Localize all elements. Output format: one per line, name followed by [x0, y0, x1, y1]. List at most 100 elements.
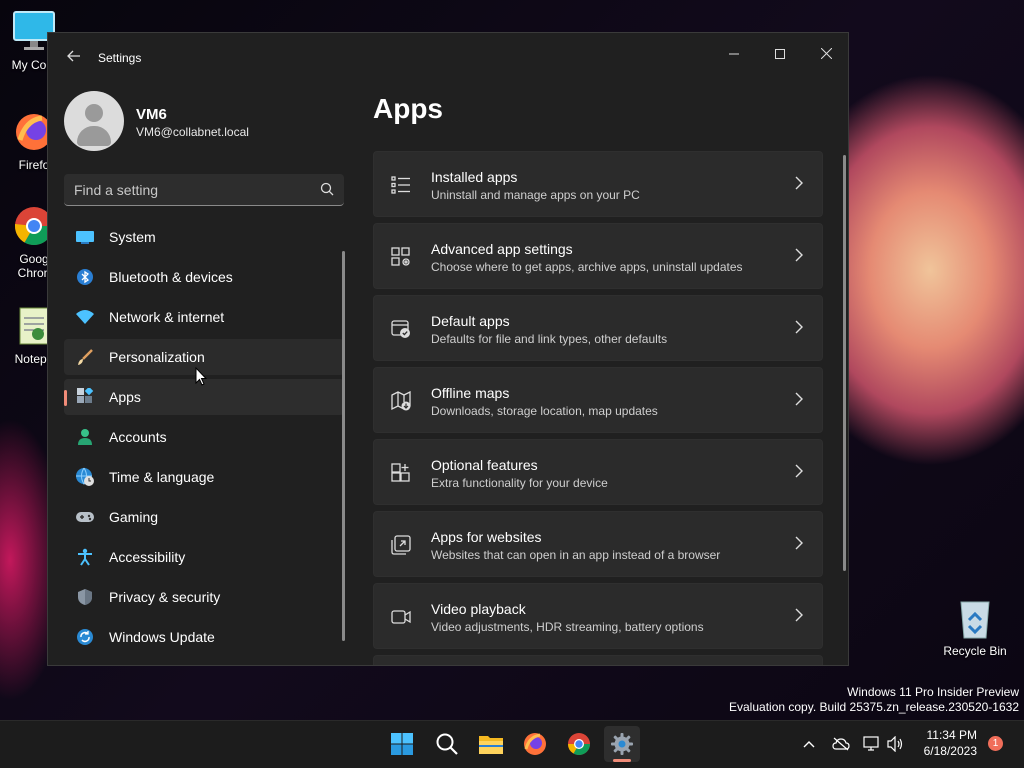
card-subtitle: Choose where to get apps, archive apps, … [431, 260, 743, 274]
mouse-cursor-icon [195, 367, 207, 386]
sidebar-item-network[interactable]: Network & internet [64, 299, 344, 335]
cloud-offline-icon [832, 737, 850, 751]
system-icon [75, 227, 95, 247]
sidebar-item-label: Privacy & security [109, 589, 221, 605]
sidebar-item-accounts[interactable]: Accounts [64, 419, 344, 455]
shield-icon [75, 587, 95, 607]
open-in-app-icon [391, 535, 411, 555]
recycle-bin-icon [953, 596, 997, 640]
sidebar-item-gaming[interactable]: Gaming [64, 499, 344, 535]
file-explorer-button[interactable] [473, 726, 509, 762]
desktop-icon-label: Goog Chron [17, 252, 51, 280]
close-icon [820, 47, 832, 60]
card-title: Video playback [431, 601, 526, 617]
sidebar-item-accessibility[interactable]: Accessibility [64, 539, 344, 575]
sidebar-item-label: Accounts [109, 429, 167, 445]
card-subtitle: Defaults for file and link types, other … [431, 332, 668, 346]
taskbar-clock[interactable]: 11:34 PM 6/18/2023 [915, 727, 977, 759]
active-indicator [64, 390, 67, 406]
globe-clock-icon [75, 467, 95, 487]
sidebar-item-bluetooth[interactable]: Bluetooth & devices [64, 259, 344, 295]
watermark-build: Evaluation copy. Build 25375.zn_release.… [729, 700, 1019, 714]
arrow-left-icon [67, 50, 80, 62]
card-subtitle: Websites that can open in an app instead… [431, 548, 721, 562]
active-app-indicator [613, 759, 631, 762]
title-bar[interactable]: Settings [48, 33, 848, 83]
notification-badge[interactable]: 1 [988, 736, 1003, 751]
video-icon [391, 610, 411, 624]
card-advanced-app-settings[interactable]: Advanced app settings Choose where to ge… [373, 223, 823, 289]
desktop-icon-recycle-bin[interactable]: Recycle Bin [940, 596, 1010, 658]
minimize-button[interactable] [712, 39, 756, 69]
taskbar-chrome-button[interactable] [561, 726, 597, 762]
default-apps-icon [391, 320, 410, 338]
start-icon [391, 733, 413, 755]
watermark-edition: Windows 11 Pro Insider Preview [847, 685, 1019, 699]
card-optional-features[interactable]: Optional features Extra functionality fo… [373, 439, 823, 505]
card-apps-for-websites[interactable]: Apps for websites Websites that can open… [373, 511, 823, 577]
search-input[interactable] [74, 180, 304, 200]
minimize-icon [729, 53, 739, 55]
clock-time: 11:34 PM [926, 728, 977, 742]
desktop-icon-label: Firefo [18, 158, 50, 172]
person-icon [75, 427, 95, 447]
avatar-head [85, 104, 103, 122]
file-explorer-icon [479, 736, 503, 754]
brush-icon [75, 347, 95, 367]
start-button[interactable] [384, 726, 420, 762]
onedrive-button[interactable] [831, 734, 851, 754]
content-scrollbar[interactable] [843, 155, 846, 571]
avatar[interactable] [64, 91, 124, 151]
update-icon [75, 627, 95, 647]
settings-window: Settings VM6 VM6@collabnet.local System … [47, 32, 849, 666]
sidebar-item-privacy[interactable]: Privacy & security [64, 579, 344, 615]
card-video-playback[interactable]: Video playback Video adjustments, HDR st… [373, 583, 823, 649]
sidebar-item-label: Windows Update [109, 629, 215, 645]
chevron-right-icon [795, 464, 803, 478]
clock-date: 6/18/2023 [923, 744, 977, 758]
map-icon [391, 391, 411, 411]
taskbar-settings-button[interactable] [604, 726, 640, 762]
network-status-button[interactable] [862, 734, 882, 754]
settings-card-list: Installed apps Uninstall and manage apps… [373, 151, 823, 665]
taskbar-search-button[interactable] [429, 726, 465, 762]
volume-icon [887, 736, 903, 752]
card-title: Optional features [431, 457, 538, 473]
sidebar-item-label: Accessibility [109, 549, 186, 565]
card-offline-maps[interactable]: Offline maps Downloads, storage location… [373, 367, 823, 433]
sidebar-item-label: Network & internet [109, 309, 225, 325]
close-button[interactable] [804, 39, 848, 69]
card-partial[interactable] [373, 655, 823, 665]
card-subtitle: Uninstall and manage apps on your PC [431, 188, 640, 202]
network-icon [863, 736, 879, 751]
card-title: Advanced app settings [431, 241, 573, 257]
gamepad-icon [75, 507, 95, 527]
card-subtitle: Extra functionality for your device [431, 476, 608, 490]
volume-button[interactable] [886, 734, 906, 754]
taskbar-firefox-button[interactable] [517, 726, 553, 762]
sidebar-item-system[interactable]: System [64, 219, 344, 255]
maximize-icon [775, 49, 785, 59]
search-box[interactable] [64, 174, 344, 206]
bluetooth-icon [75, 267, 95, 287]
chrome-icon [568, 733, 590, 755]
search-icon[interactable] [320, 182, 334, 196]
sidebar-item-time-language[interactable]: Time & language [64, 459, 344, 495]
windows-watermark: Windows 11 Pro Insider Preview Evaluatio… [729, 685, 1019, 715]
chevron-up-icon [803, 741, 815, 748]
sidebar-scrollbar[interactable] [342, 251, 345, 641]
desktop-icon-label: Recycle Bin [943, 644, 1007, 658]
card-subtitle: Video adjustments, HDR streaming, batter… [431, 620, 704, 634]
card-default-apps[interactable]: Default apps Defaults for file and link … [373, 295, 823, 361]
chevron-right-icon [795, 536, 803, 550]
card-installed-apps[interactable]: Installed apps Uninstall and manage apps… [373, 151, 823, 217]
window-title: Settings [98, 51, 142, 65]
avatar-body [77, 126, 111, 146]
show-hidden-icons-button[interactable] [799, 734, 819, 754]
sidebar-nav: System Bluetooth & devices Network & int… [64, 219, 344, 659]
chevron-right-icon [795, 608, 803, 622]
back-button[interactable] [64, 49, 84, 69]
maximize-button[interactable] [758, 39, 802, 69]
sidebar-item-windows-update[interactable]: Windows Update [64, 619, 344, 655]
accessibility-icon [75, 547, 95, 567]
